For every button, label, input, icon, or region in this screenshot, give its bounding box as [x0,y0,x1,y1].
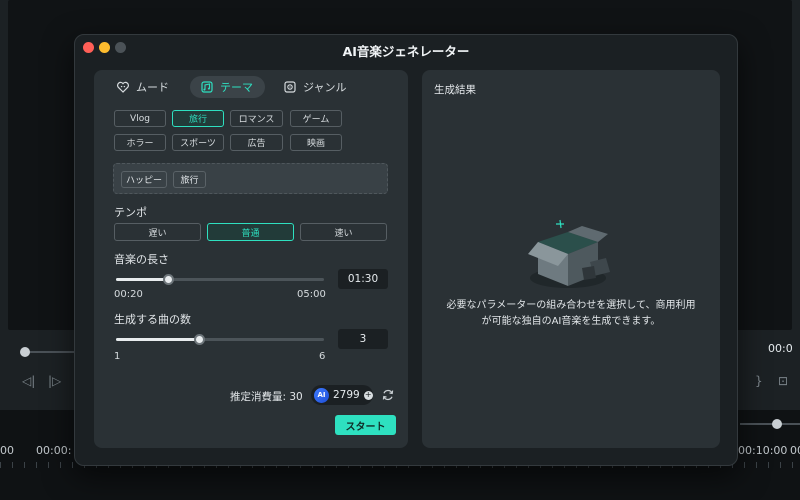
selected-tags-area: ハッピー 旅行 [113,163,388,194]
tab-label: テーマ [220,81,253,94]
estimated-cost-label: 推定消費量: 30 [230,391,303,403]
start-button[interactable]: スタート [335,415,396,435]
duration-slider-fill [116,278,168,281]
play-icon[interactable]: |▷ [48,374,61,388]
theme-icon [201,81,213,93]
timeline-label: 00 [0,444,14,457]
bracket-icon[interactable]: } [755,374,763,388]
theme-chip-ad[interactable]: 広告 [230,134,283,151]
result-panel: 生成結果 必要なパラメーターの組み合わせを選択して、商用利用が可能な独自のAI音… [422,70,720,448]
theme-chip-game[interactable]: ゲーム [290,110,342,127]
tab-genre[interactable]: ジャンル [283,76,346,98]
theme-chip-sports[interactable]: スポーツ [172,134,224,151]
duration-slider[interactable] [116,274,324,285]
tempo-label: テンポ [114,206,147,219]
zoom-knob[interactable] [772,419,782,429]
tempo-normal-button[interactable]: 普通 [207,223,294,241]
song-count-label: 生成する曲の数 [114,313,191,326]
empty-box-icon [528,219,610,288]
window-title: AI音楽ジェネレーター [342,44,470,59]
tab-label: ジャンル [303,81,347,94]
timeline-label: 00:10:00 [738,444,788,457]
preview-time: 00:0 [768,342,793,355]
duration-value[interactable]: 01:30 [338,269,388,289]
timeline-zoom-slider[interactable] [740,418,800,430]
title-bar: AI音楽ジェネレーター [75,35,737,63]
scrubber-knob[interactable] [20,347,30,357]
song-count-value[interactable]: 3 [338,329,388,349]
song-count-min: 1 [114,351,121,362]
timeline-label: 00:00: [36,444,72,457]
song-count-slider-fill [116,338,200,341]
tab-label: ムード [136,81,169,94]
ai-credit-icon: AI [314,387,329,403]
result-message: 必要なパラメーターの組み合わせを選択して、商用利用が可能な独自のAI音楽を生成で… [446,300,696,327]
song-count-slider-knob[interactable] [194,334,206,345]
duration-min: 00:20 [114,289,143,300]
credit-balance[interactable]: AI 2799 + [311,385,373,405]
tab-mood[interactable]: ムード [116,76,169,98]
credit-count: 2799 [333,389,360,401]
result-title: 生成結果 [434,84,476,96]
export-frame-icon[interactable]: ⊡ [778,374,788,388]
selected-tag-happy[interactable]: ハッピー [121,171,167,188]
tempo-slow-button[interactable]: 遅い [114,223,201,241]
theme-chip-horror[interactable]: ホラー [114,134,166,151]
duration-slider-knob[interactable] [163,274,174,285]
add-credits-icon[interactable]: + [363,390,373,400]
refresh-icon[interactable] [381,388,395,402]
genre-icon [284,81,296,93]
song-count-max: 6 [319,351,326,362]
song-count-slider[interactable] [116,334,324,345]
ai-music-generator-window: AI音楽ジェネレーター ムード テーマ ジャンル Vlog 旅行 ロマンス ゲー… [74,34,738,466]
tab-theme[interactable]: テーマ [190,76,265,98]
theme-chip-travel[interactable]: 旅行 [172,110,224,127]
tempo-fast-button[interactable]: 速い [300,223,387,241]
selected-tag-travel[interactable]: 旅行 [173,171,206,188]
preview-scrubber[interactable] [20,344,80,360]
parameter-panel: ムード テーマ ジャンル Vlog 旅行 ロマンス ゲーム ホラー スポーツ 広… [94,70,408,448]
mood-icon [117,81,129,93]
theme-chip-movie[interactable]: 映画 [290,134,342,151]
theme-chip-vlog[interactable]: Vlog [114,110,166,127]
theme-chip-romance[interactable]: ロマンス [230,110,283,127]
duration-max: 05:00 [297,289,326,300]
previous-frame-icon[interactable]: ◁| [22,374,35,388]
duration-label: 音楽の長さ [114,253,169,266]
timeline-label: 00: [790,444,800,457]
